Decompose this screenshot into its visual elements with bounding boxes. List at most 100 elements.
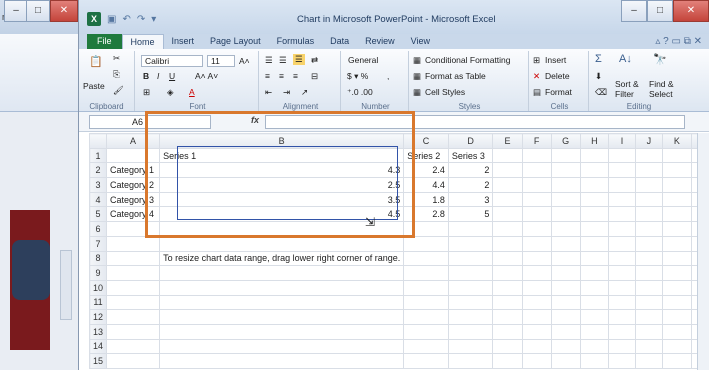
- row-header[interactable]: 12: [88, 309, 108, 325]
- find-label[interactable]: Find &: [649, 79, 674, 89]
- tab-file[interactable]: File: [87, 34, 122, 49]
- cell-styles-button[interactable]: Cell Styles: [425, 87, 465, 97]
- redo-icon[interactable]: ↷: [137, 14, 145, 25]
- cell[interactable]: [608, 279, 636, 296]
- column-header[interactable]: J: [634, 133, 664, 149]
- cell[interactable]: [492, 309, 523, 325]
- excel-app-icon[interactable]: X: [87, 12, 101, 26]
- select-all-corner[interactable]: [88, 133, 108, 149]
- cell[interactable]: [550, 177, 581, 193]
- cell[interactable]: [521, 265, 552, 281]
- cell[interactable]: [662, 177, 692, 193]
- row-header[interactable]: 15: [88, 353, 108, 369]
- cell[interactable]: [159, 353, 405, 369]
- align-center-icon[interactable]: ≡: [279, 71, 284, 81]
- cell[interactable]: [608, 177, 636, 193]
- cell[interactable]: [550, 338, 581, 355]
- cell[interactable]: [106, 250, 161, 267]
- cell[interactable]: 2: [447, 162, 494, 179]
- cell[interactable]: [634, 221, 664, 237]
- row-header[interactable]: 14: [88, 338, 108, 355]
- cell[interactable]: [579, 294, 610, 311]
- row-header[interactable]: 3: [88, 177, 108, 193]
- cell[interactable]: [521, 235, 552, 252]
- cell[interactable]: [579, 221, 610, 237]
- cell[interactable]: [492, 162, 523, 179]
- cell[interactable]: [608, 265, 636, 281]
- cell[interactable]: [550, 279, 581, 296]
- cell[interactable]: [608, 294, 636, 311]
- fill-icon[interactable]: ⬇: [595, 71, 602, 82]
- cell[interactable]: [662, 206, 692, 223]
- ppt-scrollbar[interactable]: [60, 250, 72, 320]
- vertical-scrollbar[interactable]: [697, 133, 709, 370]
- tab-view[interactable]: View: [403, 34, 438, 49]
- cell[interactable]: [550, 221, 581, 237]
- cell[interactable]: [662, 250, 692, 267]
- cell[interactable]: [106, 323, 161, 340]
- cell[interactable]: [159, 235, 405, 252]
- cell[interactable]: [608, 353, 636, 369]
- column-header[interactable]: G: [550, 133, 581, 149]
- cell[interactable]: [550, 353, 581, 369]
- cell[interactable]: [608, 147, 636, 164]
- cell[interactable]: [634, 177, 664, 193]
- delete-button[interactable]: Delete: [545, 71, 570, 81]
- align-right-icon[interactable]: ≡: [293, 71, 298, 81]
- cell[interactable]: [662, 323, 692, 340]
- merge-center-icon[interactable]: ⊟: [311, 71, 318, 82]
- column-header[interactable]: E: [492, 133, 523, 149]
- cell[interactable]: [492, 235, 523, 252]
- cell[interactable]: 5: [447, 206, 494, 223]
- row-header[interactable]: 1: [88, 147, 108, 164]
- cell[interactable]: [492, 221, 523, 237]
- cell[interactable]: [492, 191, 523, 208]
- cell[interactable]: [521, 221, 552, 237]
- cell[interactable]: [492, 323, 523, 340]
- increase-font-icon[interactable]: A˄ A˅: [195, 71, 218, 81]
- cell[interactable]: [579, 323, 610, 340]
- cell[interactable]: [634, 235, 664, 252]
- cell[interactable]: [579, 309, 610, 325]
- cell[interactable]: [662, 294, 692, 311]
- underline-icon[interactable]: U: [169, 71, 175, 81]
- cell[interactable]: [608, 191, 636, 208]
- cell[interactable]: [608, 235, 636, 252]
- close-button[interactable]: ✕: [673, 0, 709, 22]
- cell[interactable]: [662, 221, 692, 237]
- cell[interactable]: [521, 177, 552, 193]
- cell[interactable]: [403, 279, 449, 296]
- cell[interactable]: [403, 294, 449, 311]
- paste-icon[interactable]: 📋: [89, 55, 103, 68]
- cell[interactable]: [447, 338, 494, 355]
- cell[interactable]: [521, 206, 552, 223]
- cell[interactable]: [662, 338, 692, 355]
- ppt-close-button[interactable]: ✕: [50, 0, 78, 22]
- cell-styles-icon[interactable]: ▦: [413, 87, 421, 98]
- cell[interactable]: [403, 323, 449, 340]
- row-header[interactable]: 4: [88, 191, 108, 208]
- cell[interactable]: [550, 162, 581, 179]
- cell[interactable]: [634, 353, 664, 369]
- cell[interactable]: [159, 309, 405, 325]
- cell[interactable]: [521, 338, 552, 355]
- cell[interactable]: [447, 279, 494, 296]
- cell[interactable]: [492, 353, 523, 369]
- customize-qat-icon[interactable]: ▾: [151, 14, 156, 25]
- cell[interactable]: [447, 294, 494, 311]
- row-header[interactable]: 6: [88, 221, 108, 237]
- cell[interactable]: [608, 162, 636, 179]
- cell[interactable]: [492, 279, 523, 296]
- cell[interactable]: [634, 147, 664, 164]
- insert-icon[interactable]: ⊞: [533, 55, 540, 66]
- cell[interactable]: [634, 338, 664, 355]
- cell[interactable]: [403, 265, 449, 281]
- decrease-indent-icon[interactable]: ⇤: [265, 87, 272, 98]
- cell[interactable]: [403, 250, 449, 267]
- help-icon[interactable]: ▵ ? ▭ ⧉ ✕: [655, 34, 709, 49]
- tab-review[interactable]: Review: [357, 34, 403, 49]
- bold-icon[interactable]: B: [143, 71, 149, 81]
- cell[interactable]: [608, 309, 636, 325]
- cell[interactable]: [521, 162, 552, 179]
- delete-icon[interactable]: ✕: [533, 71, 540, 82]
